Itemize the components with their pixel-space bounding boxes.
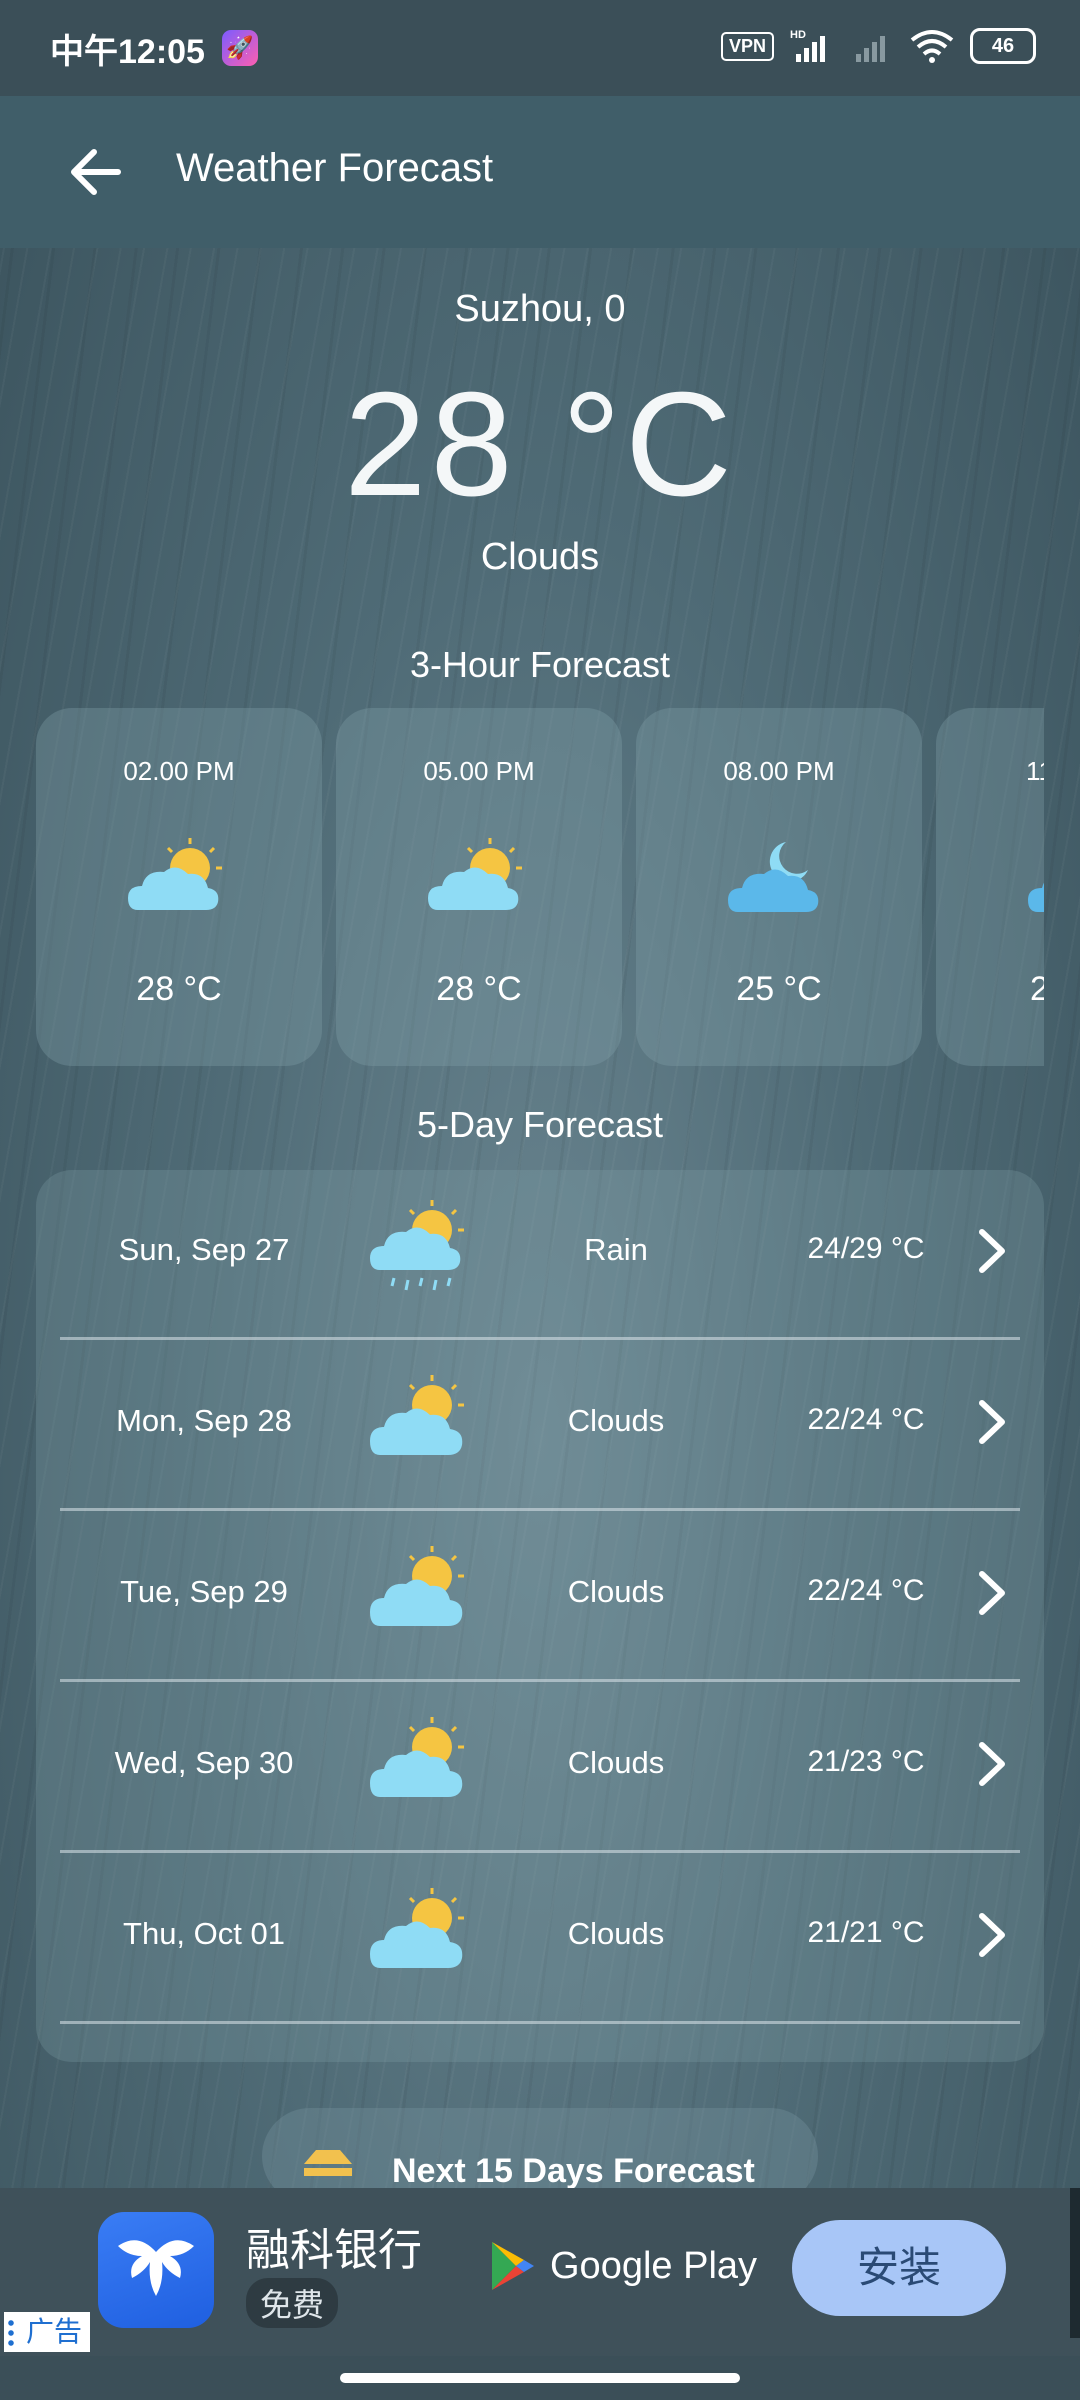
row-divider	[60, 1508, 1020, 1511]
daily-day: Mon, Sep 28	[116, 1403, 292, 1438]
hourly-time: 05.00 PM	[423, 756, 535, 786]
page-title: Weather Forecast	[176, 146, 494, 190]
current-temperature: 28 °C	[344, 362, 736, 527]
chevron-right-icon[interactable]	[970, 1397, 1014, 1447]
status-time: 中午12:05	[50, 33, 205, 71]
rain-sun-cloud-icon	[370, 1200, 464, 1291]
more-dots-icon	[8, 2318, 14, 2346]
hourly-card[interactable]: 11 2	[936, 708, 1044, 1066]
ad-app-name: 融科银行	[246, 2226, 422, 2275]
svg-text:HD: HD	[790, 29, 806, 41]
daily-temperature: 21/23 °C	[807, 1745, 925, 1778]
google-play-label: Google Play	[550, 2244, 758, 2287]
ad-free-badge: 免费	[246, 2278, 339, 2328]
back-arrow-icon[interactable]	[60, 136, 132, 208]
sun-cloud-icon	[370, 1546, 464, 1626]
daily-forecast-heading: 5-Day Forecast	[416, 1104, 664, 1145]
home-gesture-handle[interactable]	[340, 2373, 740, 2383]
hourly-temperature: 2	[1030, 970, 1044, 1008]
chevron-right-icon[interactable]	[970, 1739, 1014, 1789]
calendar-icon	[304, 2150, 352, 2176]
chevron-right-icon[interactable]	[970, 1910, 1014, 1960]
hourly-temperature: 28 °C	[436, 970, 522, 1008]
daily-temperature: 24/29 °C	[807, 1232, 925, 1265]
chevron-right-icon[interactable]	[970, 1568, 1014, 1618]
row-divider	[60, 1679, 1020, 1682]
daily-condition: Clouds	[567, 1403, 665, 1438]
hourly-forecast-list[interactable]: 02.00 PM 28 °C 05.00 PM 28 °C 08.00 PM 2…	[36, 708, 1044, 1068]
hourly-temperature: 28 °C	[136, 970, 222, 1008]
daily-condition: Clouds	[567, 1745, 665, 1780]
ad-banner[interactable]: 融科银行 免费 Google Play 安装	[0, 2188, 1080, 2356]
sun-cloud-icon	[128, 838, 222, 910]
signal-hd-icon: HD	[790, 29, 825, 62]
google-play-badge: Google Play	[488, 2240, 757, 2292]
hourly-card[interactable]: 02.00 PM 28 °C	[36, 708, 322, 1066]
status-icons: VPN HD 46	[720, 28, 1036, 64]
daily-row[interactable]: Sun, Sep 27 Rain 24/29 °C	[36, 1170, 1044, 1340]
ad-tag-label: 广告	[26, 2316, 83, 2347]
daily-condition: Rain	[584, 1232, 648, 1267]
hourly-temperature: 25 °C	[736, 970, 822, 1008]
sun-cloud-icon	[370, 1888, 464, 1968]
daily-temperature: 22/24 °C	[807, 1403, 925, 1436]
vpn-icon: VPN	[720, 31, 774, 61]
hourly-time: 11	[1026, 756, 1044, 786]
hourly-card[interactable]: 08.00 PM 25 °C	[636, 708, 922, 1066]
daily-forecast-card: Sun, Sep 27 Rain 24/29 °C Mon, Sep 28 Cl…	[36, 1170, 1044, 2062]
daily-temperature: 21/21 °C	[807, 1916, 925, 1949]
sun-cloud-icon	[370, 1717, 464, 1797]
daily-day: Tue, Sep 29	[120, 1574, 288, 1609]
moon-cloud-icon	[728, 842, 819, 912]
daily-day: Thu, Oct 01	[123, 1916, 285, 1951]
daily-day: Sun, Sep 27	[118, 1232, 290, 1267]
daily-day: Wed, Sep 30	[114, 1745, 294, 1780]
daily-condition: Clouds	[567, 1574, 665, 1609]
bank-app-icon[interactable]	[98, 2212, 214, 2328]
moon-cloud-icon	[1028, 882, 1044, 912]
sun-cloud-icon	[428, 838, 522, 910]
daily-condition: Clouds	[567, 1916, 665, 1951]
status-bar: 中午12:05 🚀 VPN HD 46	[0, 0, 1080, 96]
daily-row[interactable]: Wed, Sep 30 Clouds 21/23 °C	[36, 1683, 1044, 1853]
row-divider	[60, 1337, 1020, 1340]
wifi-icon	[910, 30, 954, 63]
google-play-icon	[492, 2242, 534, 2290]
sun-cloud-icon	[370, 1375, 464, 1455]
daily-row[interactable]: Thu, Oct 01 Clouds 21/21 °C	[36, 1854, 1044, 2024]
hourly-forecast-heading: 3-Hour Forecast	[409, 644, 671, 685]
daily-row[interactable]: Mon, Sep 28 Clouds 22/24 °C	[36, 1341, 1044, 1511]
current-condition: Clouds	[480, 536, 600, 578]
hourly-time: 02.00 PM	[123, 756, 235, 786]
chevron-right-icon[interactable]	[970, 1226, 1014, 1276]
signal-weak-icon	[856, 36, 885, 62]
hourly-card[interactable]: 05.00 PM 28 °C	[336, 708, 622, 1066]
install-button[interactable]: 安装	[792, 2220, 1006, 2316]
wings-logo-icon	[118, 2240, 194, 2296]
next-15-days-label: Next 15 Days Forecast	[392, 2152, 755, 2190]
app-bar: Weather Forecast	[0, 96, 1080, 248]
rocket-app-icon: 🚀	[222, 30, 258, 66]
city-name: Suzhou, 0	[454, 288, 626, 330]
battery-icon: 46	[970, 28, 1036, 64]
daily-row[interactable]: Tue, Sep 29 Clouds 22/24 °C	[36, 1512, 1044, 1682]
ad-scroll-indicator	[1070, 2188, 1080, 2338]
hourly-time: 08.00 PM	[723, 756, 835, 786]
navigation-bar	[0, 2356, 1080, 2400]
row-divider	[60, 2021, 1020, 2024]
row-divider	[60, 1850, 1020, 1853]
daily-temperature: 22/24 °C	[807, 1574, 925, 1607]
ad-tag[interactable]: 广告	[4, 2312, 91, 2352]
